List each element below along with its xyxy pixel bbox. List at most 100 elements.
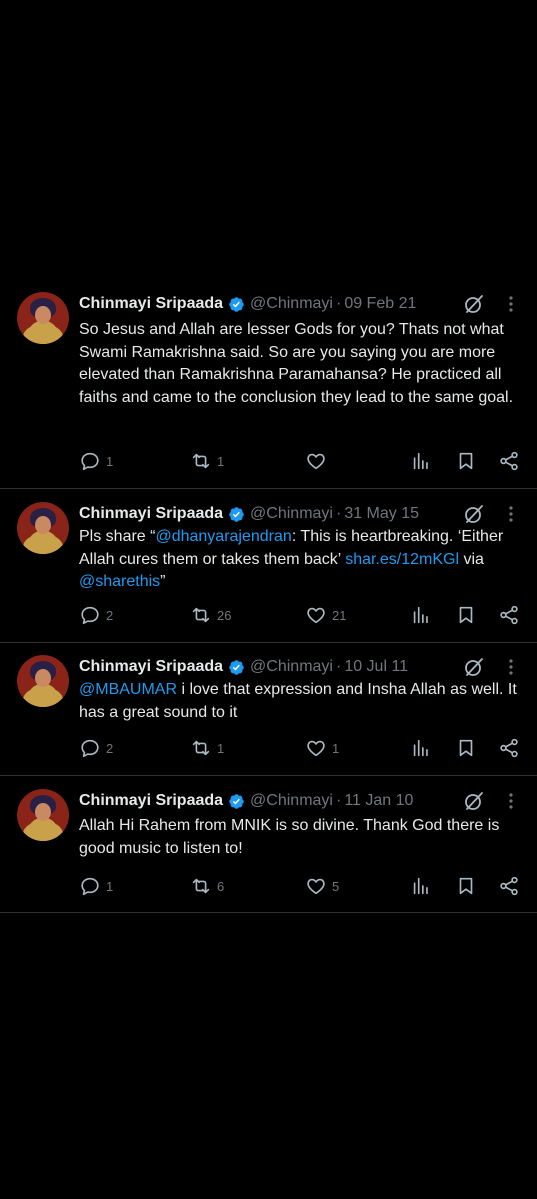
share-button[interactable] <box>498 873 520 899</box>
separator-dot: · <box>335 295 342 312</box>
retweet-count: 1 <box>217 740 225 756</box>
avatar[interactable] <box>17 292 69 344</box>
retweet-button[interactable]: 1 <box>190 448 224 474</box>
tweet-link[interactable]: @MBAUMAR <box>79 681 177 698</box>
user-handle[interactable]: @Chinmayi <box>250 658 333 676</box>
retweet-count: 26 <box>217 607 232 623</box>
retweet-button[interactable]: 6 <box>190 873 224 899</box>
views-button[interactable] <box>410 448 432 474</box>
share-button[interactable] <box>498 735 520 761</box>
reply-icon <box>81 877 99 896</box>
like-button[interactable] <box>305 448 332 474</box>
tweet-link[interactable]: @dhanyarajendran <box>155 528 291 545</box>
grok-icon[interactable] <box>462 655 486 679</box>
more-icon[interactable] <box>504 791 518 811</box>
reply-count: 1 <box>106 878 114 894</box>
retweet-icon <box>192 740 210 756</box>
bookmark-button[interactable] <box>455 873 477 899</box>
bookmark-icon <box>459 877 473 895</box>
verified-badge-icon <box>229 659 244 675</box>
tweet-date[interactable]: 10 Jul 11 <box>344 658 408 676</box>
bookmark-button[interactable] <box>455 602 477 628</box>
share-icon <box>500 451 518 471</box>
grok-icon[interactable] <box>462 502 486 526</box>
tweet-actions: 1 6 5 <box>0 873 537 899</box>
tweet-actions: 2 26 21 <box>0 602 537 628</box>
share-icon <box>500 876 518 896</box>
verified-badge-icon <box>229 793 244 809</box>
avatar[interactable] <box>17 789 69 841</box>
avatar[interactable] <box>17 655 69 707</box>
reply-icon <box>81 739 99 758</box>
bookmark-icon <box>459 739 473 757</box>
retweet-count: 1 <box>217 453 225 469</box>
reply-button[interactable]: 1 <box>79 448 113 474</box>
separator-dot: · <box>335 658 342 675</box>
user-handle[interactable]: @Chinmayi <box>250 792 333 810</box>
share-button[interactable] <box>498 602 520 628</box>
reply-icon <box>81 606 99 625</box>
tweet-date[interactable]: 09 Feb 21 <box>344 295 416 313</box>
verified-badge-icon <box>229 506 244 522</box>
bookmark-button[interactable] <box>455 448 477 474</box>
tweet-date[interactable]: 31 May 15 <box>344 505 419 523</box>
bookmark-icon <box>459 452 473 470</box>
tweet-link[interactable]: shar.es/12mKGl <box>345 551 459 568</box>
retweet-icon <box>192 878 210 894</box>
user-handle[interactable]: @Chinmayi <box>250 295 333 313</box>
tweet-actions: 1 1 <box>0 448 537 474</box>
retweet-icon <box>192 607 210 623</box>
bookmark-icon <box>459 606 473 624</box>
like-button[interactable]: 5 <box>305 873 339 899</box>
share-icon <box>500 605 518 625</box>
views-button[interactable] <box>410 735 432 761</box>
tweet[interactable]: Chinmayi Sripaada @Chinmayi · 11 Jan 10 … <box>0 789 537 913</box>
more-icon[interactable] <box>504 504 518 524</box>
retweet-button[interactable]: 1 <box>190 735 224 761</box>
reply-button[interactable]: 1 <box>79 873 113 899</box>
retweet-count: 6 <box>217 878 225 894</box>
views-icon <box>413 606 428 624</box>
bookmark-button[interactable] <box>455 735 477 761</box>
share-icon <box>500 738 518 758</box>
tweet-text-segment: Allah Hi Rahem from MNIK is so divine. T… <box>79 817 500 857</box>
grok-icon[interactable] <box>462 789 486 813</box>
grok-icon[interactable] <box>462 292 486 316</box>
share-button[interactable] <box>498 448 520 474</box>
more-icon[interactable] <box>504 294 518 314</box>
tweet-text: Pls share “@dhanyarajendran: This is hea… <box>79 526 529 594</box>
tweet-text: Allah Hi Rahem from MNIK is so divine. T… <box>79 815 529 860</box>
reply-button[interactable]: 2 <box>79 602 113 628</box>
views-button[interactable] <box>410 873 432 899</box>
user-handle[interactable]: @Chinmayi <box>250 505 333 523</box>
display-name[interactable]: Chinmayi Sripaada <box>79 505 223 523</box>
like-count: 5 <box>332 878 340 894</box>
retweet-icon <box>192 453 210 469</box>
like-count: 21 <box>332 607 347 623</box>
like-button[interactable]: 1 <box>305 735 339 761</box>
retweet-button[interactable]: 26 <box>190 602 231 628</box>
display-name[interactable]: Chinmayi Sripaada <box>79 658 223 676</box>
views-button[interactable] <box>410 602 432 628</box>
separator-dot: · <box>335 792 342 809</box>
tweet-text-segment: via <box>459 550 484 568</box>
avatar[interactable] <box>17 502 69 554</box>
tweet-text-segment: ” <box>160 573 166 590</box>
display-name[interactable]: Chinmayi Sripaada <box>79 295 223 313</box>
reply-button[interactable]: 2 <box>79 735 113 761</box>
like-icon <box>307 453 325 470</box>
tweet-date[interactable]: 11 Jan 10 <box>344 792 413 810</box>
like-count: 1 <box>332 740 340 756</box>
more-icon[interactable] <box>504 657 518 677</box>
tweet-link[interactable]: @sharethis <box>79 573 160 590</box>
tweet[interactable]: Chinmayi Sripaada @Chinmayi · 31 May 15 … <box>0 502 537 643</box>
reply-count: 2 <box>106 607 114 623</box>
verified-badge-icon <box>229 296 244 312</box>
reply-count: 2 <box>106 740 114 756</box>
like-button[interactable]: 21 <box>305 602 346 628</box>
tweet[interactable]: Chinmayi Sripaada @Chinmayi · 09 Feb 21 … <box>0 292 537 489</box>
display-name[interactable]: Chinmayi Sripaada <box>79 792 223 810</box>
tweet-actions: 2 1 1 <box>0 735 537 761</box>
tweet[interactable]: Chinmayi Sripaada @Chinmayi · 10 Jul 11 … <box>0 655 537 776</box>
like-icon <box>307 740 325 757</box>
